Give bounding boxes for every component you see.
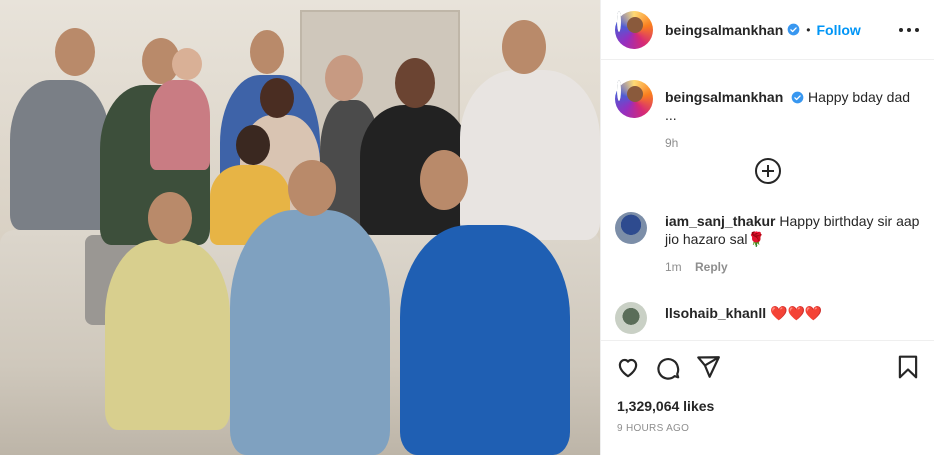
photo-person-head bbox=[148, 192, 192, 244]
photo-person bbox=[105, 240, 230, 430]
action-icons bbox=[615, 354, 921, 382]
post-sidebar: beingsalmankhan • Follow beingsalmankhan… bbox=[600, 0, 934, 455]
author-avatar[interactable] bbox=[615, 10, 653, 49]
separator-dot: • bbox=[806, 22, 811, 37]
paper-plane-icon[interactable] bbox=[695, 354, 721, 380]
commenter-avatar[interactable] bbox=[615, 302, 647, 334]
post-photo[interactable] bbox=[0, 0, 600, 455]
commenter-username[interactable]: llsohaib_khanll bbox=[665, 305, 766, 321]
post-actions: 1,329,064 likes 9 HOURS AGO bbox=[601, 340, 934, 455]
commenter-username[interactable]: iam_sanj_thakur bbox=[665, 213, 776, 229]
instagram-post: beingsalmankhan • Follow beingsalmankhan… bbox=[0, 0, 934, 455]
caption-username[interactable]: beingsalmankhan bbox=[665, 89, 783, 105]
heart-icon[interactable] bbox=[615, 354, 641, 380]
plus-circle-icon[interactable] bbox=[755, 158, 781, 184]
photo-person-head bbox=[325, 55, 363, 101]
reply-button[interactable]: Reply bbox=[695, 260, 728, 274]
comment-body: llsohaib_khanll ❤️❤️❤️ bbox=[665, 302, 822, 334]
caption-author-avatar[interactable] bbox=[615, 80, 653, 118]
photo-person-head bbox=[395, 58, 435, 108]
photo-person-head bbox=[260, 78, 294, 118]
verified-badge-icon bbox=[791, 91, 804, 104]
author-username[interactable]: beingsalmankhan bbox=[665, 22, 783, 38]
comment-body: iam_sanj_thakur Happy birthday sir aap j… bbox=[665, 212, 925, 276]
photo-person bbox=[400, 225, 570, 455]
comment-item: iam_sanj_thakur Happy birthday sir aap j… bbox=[615, 212, 925, 276]
likes-count[interactable]: 1,329,064 likes bbox=[617, 398, 714, 414]
caption-time[interactable]: 9h bbox=[665, 134, 925, 152]
post-header: beingsalmankhan • Follow bbox=[601, 0, 934, 60]
comment-time[interactable]: 1m bbox=[665, 260, 682, 274]
photo-person-head bbox=[420, 150, 468, 210]
comment-text: ❤️❤️❤️ bbox=[770, 305, 823, 321]
photo-person-head bbox=[288, 160, 336, 216]
more-options-icon[interactable] bbox=[899, 22, 919, 38]
photo-person-head bbox=[250, 30, 284, 74]
photo-person-head bbox=[172, 48, 202, 80]
comment-item: llsohaib_khanll ❤️❤️❤️ bbox=[615, 302, 925, 334]
follow-button[interactable]: Follow bbox=[816, 22, 860, 38]
post-caption: beingsalmankhan Happy bday dad ... 9h bbox=[615, 80, 925, 152]
photo-person bbox=[150, 80, 210, 170]
photo-person bbox=[230, 210, 390, 455]
photo-person-head bbox=[55, 28, 95, 76]
bookmark-icon[interactable] bbox=[895, 354, 921, 380]
comment-icon[interactable] bbox=[655, 354, 681, 380]
verified-badge-icon bbox=[787, 23, 800, 36]
post-timestamp[interactable]: 9 HOURS AGO bbox=[617, 423, 689, 434]
photo-person bbox=[10, 80, 110, 230]
commenter-avatar[interactable] bbox=[615, 212, 647, 244]
photo-person bbox=[460, 70, 600, 240]
comment-meta: 1m Reply bbox=[665, 258, 925, 276]
photo-person-head bbox=[502, 20, 546, 74]
caption-body: beingsalmankhan Happy bday dad ... 9h bbox=[665, 80, 925, 152]
photo-person-head bbox=[236, 125, 270, 165]
